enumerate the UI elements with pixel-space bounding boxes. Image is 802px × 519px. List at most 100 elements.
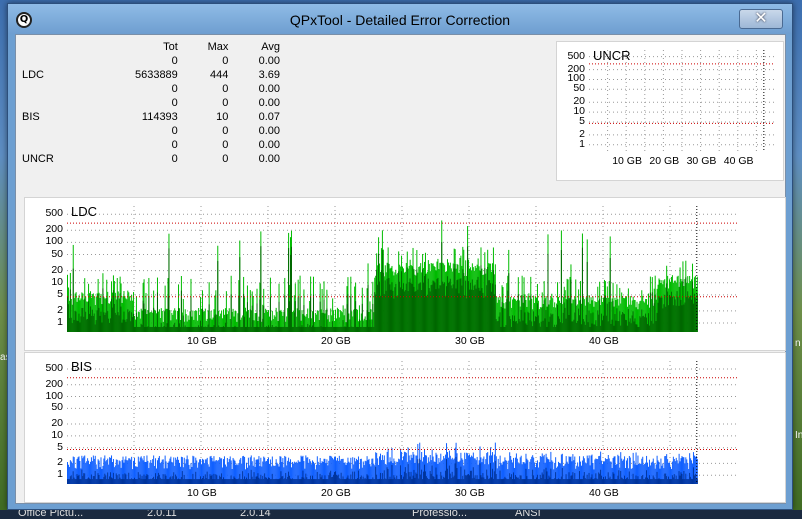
- data-bar-inner: [489, 478, 491, 484]
- data-bar-inner: [566, 479, 568, 484]
- data-bar-inner: [597, 479, 599, 484]
- data-bar-inner: [548, 475, 550, 484]
- data-bar-inner: [310, 475, 312, 484]
- data-bar-inner: [281, 476, 283, 484]
- data-bar-inner: [203, 326, 205, 332]
- data-bar-inner: [620, 325, 622, 332]
- data-bar-inner: [329, 472, 331, 484]
- taskbar-item[interactable]: Office Pictu...: [18, 510, 83, 519]
- data-bar-inner: [243, 293, 245, 332]
- taskbar-item[interactable]: 2.0.14: [240, 510, 271, 519]
- data-bar-inner: [95, 320, 97, 332]
- data-bar-inner: [600, 325, 602, 332]
- data-bar-inner: [229, 326, 231, 332]
- data-bar-inner: [179, 479, 181, 484]
- data-bar-inner: [192, 473, 194, 484]
- data-bar-inner: [638, 479, 640, 484]
- data-bar-inner: [312, 294, 314, 332]
- stats-header-label: [22, 40, 67, 54]
- data-bar-inner: [220, 476, 222, 484]
- data-bar-inner: [104, 314, 106, 332]
- data-bar-inner: [334, 472, 336, 484]
- data-bar-inner: [268, 477, 270, 484]
- data-bar-inner: [364, 477, 366, 484]
- data-bar-inner: [322, 326, 324, 332]
- data-bar-inner: [530, 479, 532, 484]
- taskbar-item[interactable]: 2.0.11: [147, 510, 177, 519]
- data-bar-inner: [427, 278, 429, 332]
- data-bar-inner: [527, 479, 529, 484]
- data-bar-inner: [513, 472, 515, 484]
- data-bar-inner: [299, 296, 301, 332]
- data-bar-inner: [325, 326, 327, 332]
- taskbar-item[interactable]: Professio...: [412, 510, 467, 519]
- y-tick-label: 1: [57, 468, 63, 481]
- data-bar-inner: [420, 474, 422, 484]
- data-bar-inner: [688, 479, 690, 484]
- data-bar-inner: [653, 477, 655, 484]
- stats-cell-avg: 0.00: [258, 83, 280, 95]
- data-bar-inner: [292, 479, 294, 484]
- data-bar-inner: [130, 321, 132, 332]
- data-bar-inner: [218, 479, 220, 484]
- data-bar-inner: [230, 294, 232, 332]
- data-bar-inner: [76, 474, 78, 484]
- data-bar-inner: [388, 479, 390, 484]
- data-bar-inner: [95, 479, 97, 484]
- data-bar-inner: [526, 324, 528, 332]
- data-bar-inner: [501, 301, 503, 332]
- data-bar-inner: [631, 479, 633, 484]
- data-bar-inner: [115, 473, 117, 484]
- data-bar-inner: [595, 473, 597, 484]
- data-bar-inner: [432, 280, 434, 332]
- data-bar-inner: [189, 326, 191, 332]
- data-bar-inner: [161, 326, 163, 332]
- data-bar-inner: [626, 477, 628, 484]
- data-bar-inner: [380, 270, 382, 332]
- y-tick-label: 10: [51, 275, 63, 288]
- data-bar-inner: [201, 479, 202, 484]
- data-bar-inner: [383, 470, 385, 484]
- data-bar-inner: [667, 291, 669, 332]
- data-bar-inner: [70, 317, 72, 332]
- data-bar-inner: [408, 472, 410, 484]
- y-tick-label: 2: [57, 303, 63, 316]
- data-bar-inner: [202, 326, 204, 332]
- stats-header-avg: Avg: [261, 41, 280, 53]
- data-bar-inner: [255, 476, 257, 484]
- y-tick-label: 20: [51, 417, 63, 430]
- data-bar-inner: [103, 476, 105, 484]
- data-bar-inner: [676, 291, 678, 332]
- data-bar-inner: [128, 312, 130, 332]
- data-bar-inner: [670, 291, 672, 332]
- close-button[interactable]: ✕: [739, 9, 783, 29]
- data-bar-inner: [451, 471, 453, 484]
- data-bar-inner: [688, 298, 690, 332]
- data-bar-inner: [579, 471, 581, 484]
- data-bar-inner: [79, 322, 81, 332]
- data-bar-inner: [547, 253, 549, 332]
- data-bar-inner: [360, 475, 362, 484]
- data-bar-inner: [509, 316, 511, 332]
- data-bar-inner: [290, 478, 292, 484]
- data-bar-inner: [67, 479, 69, 484]
- data-bar-inner: [572, 472, 574, 484]
- data-bar-inner: [306, 477, 308, 484]
- data-bar-inner: [284, 295, 286, 332]
- data-bar-inner: [646, 470, 648, 484]
- stats-cell-avg: 0.00: [258, 125, 280, 137]
- data-bar-inner: [377, 479, 379, 484]
- title-bar[interactable]: Q QPxTool - Detailed Error Correction ✕: [8, 4, 792, 34]
- stats-cell-tot: 0: [171, 125, 178, 137]
- data-bar-inner: [683, 470, 685, 484]
- data-bar-inner: [428, 479, 430, 484]
- data-bar-inner: [466, 298, 468, 332]
- taskbar-item[interactable]: ANSI: [515, 510, 541, 519]
- data-bar-inner: [389, 284, 391, 332]
- data-bar-inner: [200, 476, 202, 484]
- data-bar-inner: [127, 309, 129, 332]
- data-bar-inner: [537, 315, 539, 332]
- data-bar-inner: [446, 468, 448, 484]
- data-bar-inner: [237, 479, 239, 484]
- data-bar-inner: [672, 305, 674, 332]
